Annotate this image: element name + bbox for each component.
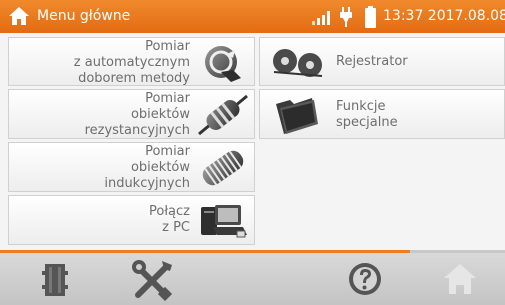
auto-method-icon [205, 46, 241, 82]
settings-tools-icon [132, 260, 173, 301]
menu-resistive-button[interactable]: Pomiar obiektów rezystancyjnych [8, 89, 255, 139]
bottom-toolbar [0, 253, 505, 305]
title-bar: Menu główne 13:37 2017.08.08 [0, 0, 505, 33]
resistor-icon [198, 94, 248, 136]
clock-datetime: 13:37 2017.08.08 [383, 8, 505, 24]
menu-connect-pc-button[interactable]: Połącz z PC [8, 195, 255, 245]
menu-connect-pc-label: Połącz z PC [149, 204, 190, 235]
coil-icon [202, 150, 244, 186]
menu-special-functions-label: Funkcje specjalne [336, 99, 398, 130]
home-icon[interactable] [8, 6, 30, 26]
menu-inductive-label: Pomiar obiektów indukcyjnych [104, 144, 190, 191]
computer-icon [201, 205, 247, 238]
menu-resistive-label: Pomiar obiektów rezystancyjnych [84, 91, 190, 138]
menu-auto-measure-button[interactable]: Pomiar z automatycznym doborem metody [8, 37, 255, 86]
folder-icon [276, 98, 318, 134]
power-plug-icon [340, 7, 352, 27]
settings-button[interactable] [110, 253, 200, 305]
home-bottom-icon [444, 264, 476, 294]
help-button[interactable] [320, 253, 410, 305]
home-button[interactable] [415, 253, 505, 305]
reels-icon [273, 49, 323, 77]
menu-inductive-button[interactable]: Pomiar obiektów indukcyjnych [8, 142, 255, 192]
help-icon [349, 263, 381, 295]
menu-auto-measure-label: Pomiar z automatycznym doborem metody [73, 39, 190, 86]
signal-strength-icon [312, 11, 330, 25]
memory-button[interactable] [15, 253, 105, 305]
battery-icon [365, 6, 376, 28]
menu-recorder-label: Rejestrator [336, 54, 408, 69]
memory-icon [42, 264, 68, 296]
page-title: Menu główne [37, 8, 131, 24]
menu-recorder-button[interactable]: Rejestrator [259, 37, 505, 86]
menu-special-functions-button[interactable]: Funkcje specjalne [259, 89, 505, 139]
